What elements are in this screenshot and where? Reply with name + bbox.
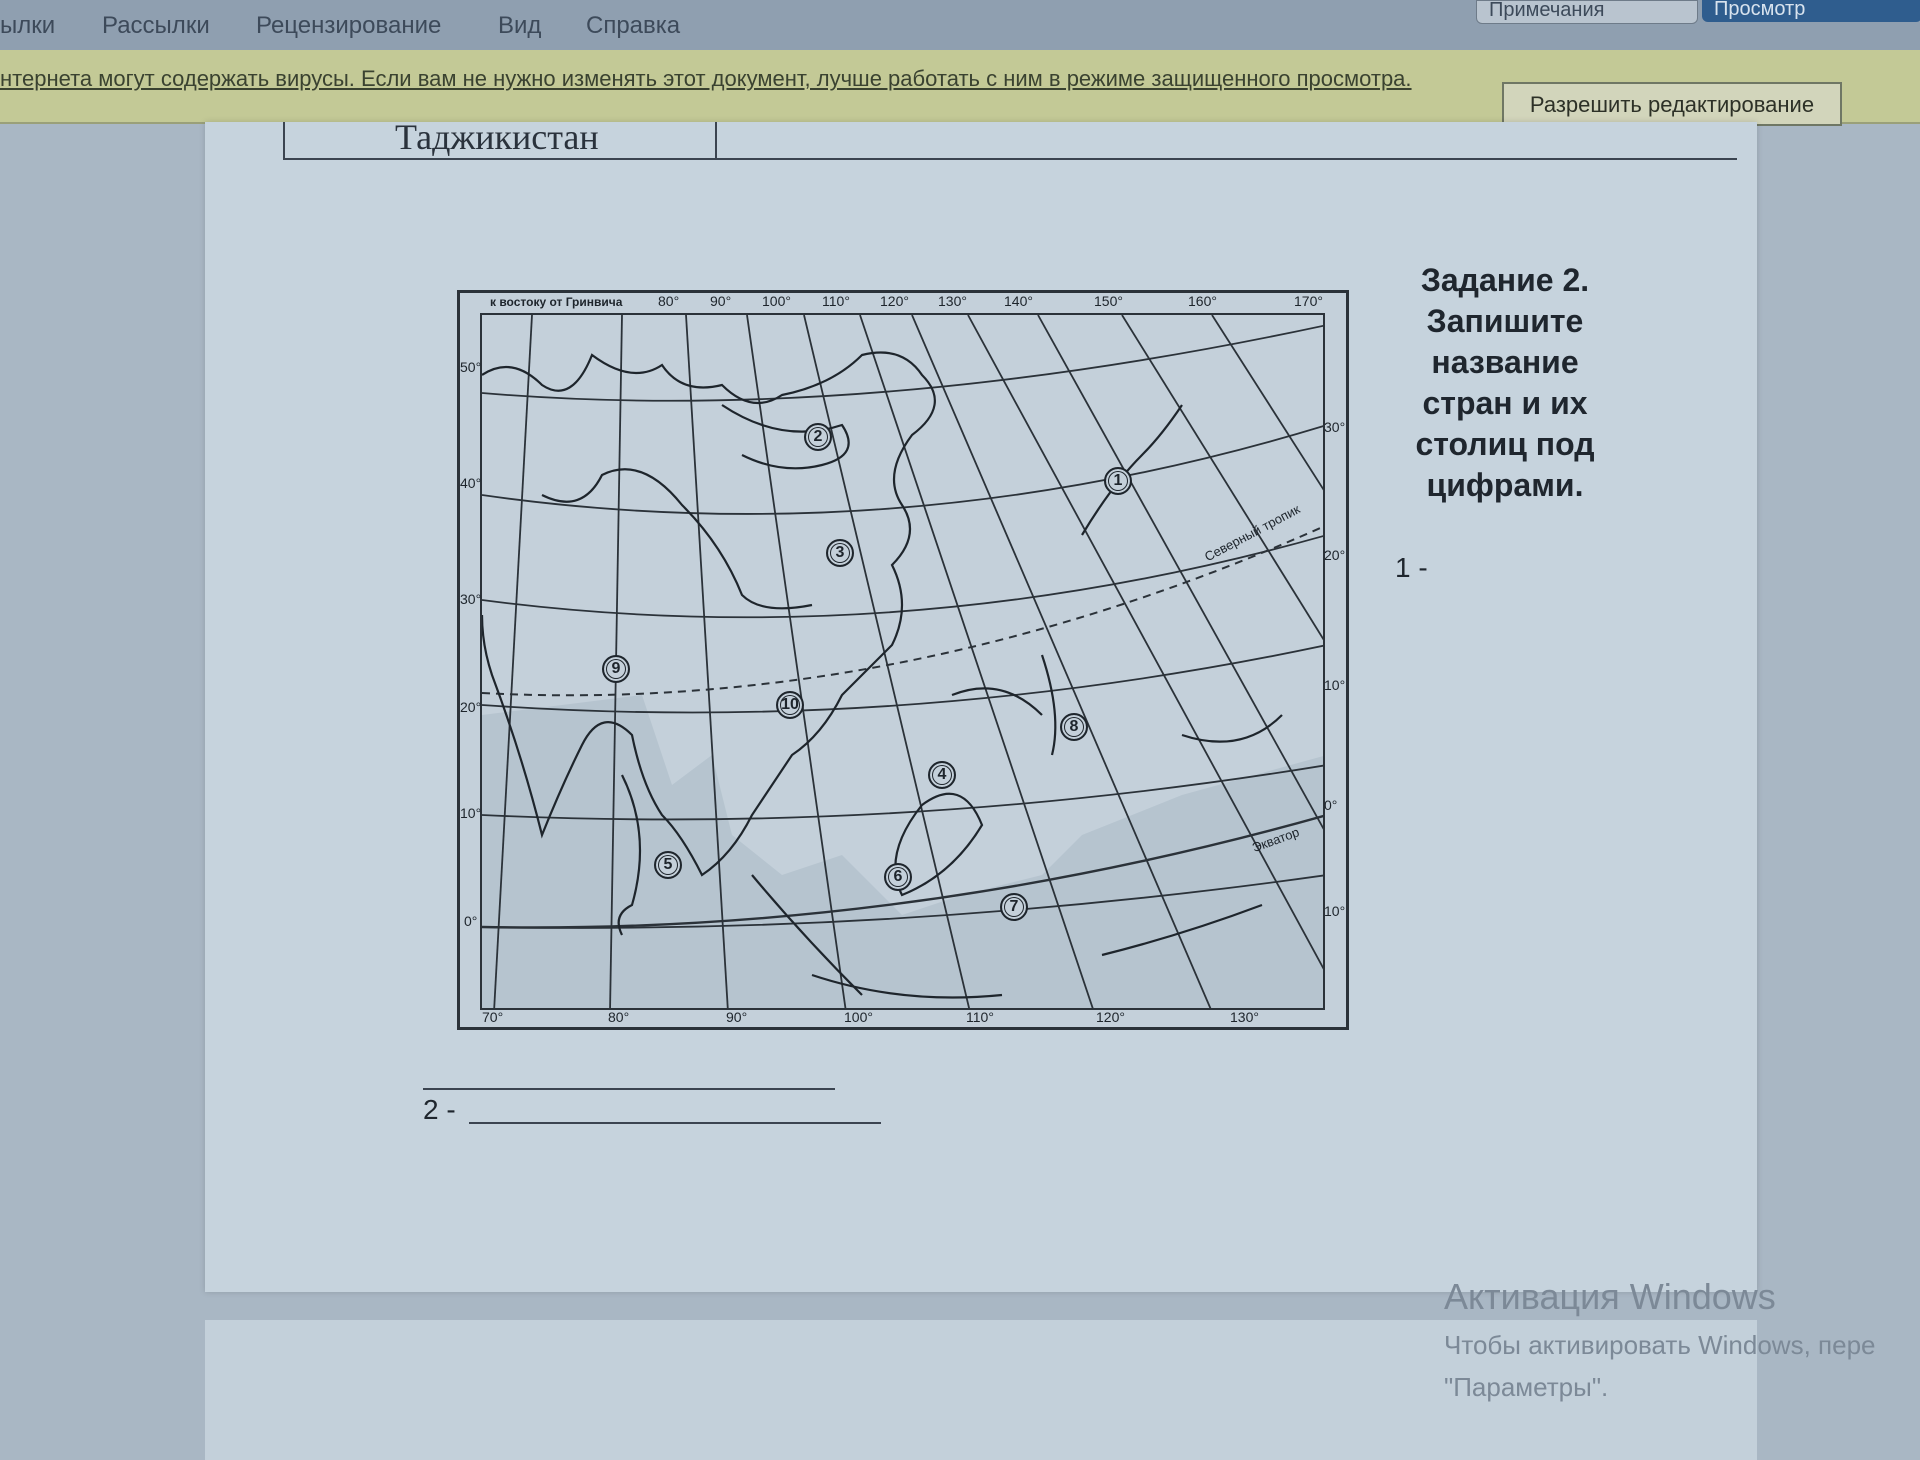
marker-number: 8 <box>1069 718 1079 735</box>
lon-bottom-120: 120° <box>1096 1009 1125 1025</box>
lon-top-100: 100° <box>762 293 791 309</box>
ribbon: ылки Рассылки Рецензирование Вид Справка… <box>0 0 1920 50</box>
lon-top-80: 80° <box>658 293 680 309</box>
map-marker-10[interactable]: 10 <box>776 691 804 719</box>
lon-top-160: 160° <box>1188 293 1217 309</box>
table-divider <box>715 122 717 158</box>
task-title: Задание 2. Запишите название стран и их … <box>1385 260 1625 506</box>
lon-bottom-80: 80° <box>608 1009 630 1025</box>
marker-number: 2 <box>813 428 823 445</box>
marker-number: 1 <box>1113 472 1123 489</box>
task-line: название <box>1431 344 1579 380</box>
lon-bottom-70: 70° <box>482 1009 504 1025</box>
windows-activation-title: Активация Windows <box>1444 1276 1776 1317</box>
answer-2-label: 2 - <box>423 1094 456 1125</box>
ribbon-tab-links[interactable]: ылки <box>0 12 55 40</box>
map-marker-8[interactable]: 8 <box>1060 713 1088 741</box>
answer-1-line[interactable] <box>423 1088 835 1090</box>
lon-bottom-90: 90° <box>726 1009 748 1025</box>
lon-top-140: 140° <box>1004 293 1033 309</box>
share-button[interactable]: Просмотр <box>1702 0 1920 22</box>
map-marker-4[interactable]: 4 <box>928 761 956 789</box>
marker-number: 10 <box>781 696 799 713</box>
marker-number: 7 <box>1009 898 1019 915</box>
lat-right-20: 20° <box>1324 547 1346 563</box>
task-line: Задание 2. <box>1420 262 1590 298</box>
task-line: стран и их <box>1422 385 1588 421</box>
map-marker-2[interactable]: 2 <box>804 423 832 451</box>
windows-activation-line1: Чтобы активировать Windows, пере <box>1444 1330 1876 1360</box>
lat-right-10: 10° <box>1324 677 1346 693</box>
lon-bottom-130: 130° <box>1230 1009 1259 1025</box>
marker-number: 4 <box>937 766 947 783</box>
lat-left-30: 30° <box>460 591 482 607</box>
lat-right-30: 30° <box>1324 419 1346 435</box>
protected-view-message[interactable]: нтернета могут содержать вирусы. Если ва… <box>0 66 1412 92</box>
marker-number: 6 <box>893 868 903 885</box>
map-marker-5[interactable]: 5 <box>654 851 682 879</box>
ribbon-tab-view[interactable]: Вид <box>498 12 541 40</box>
map-marker-1[interactable]: 1 <box>1104 467 1132 495</box>
lat-left-40: 40° <box>460 475 482 491</box>
ribbon-tab-review[interactable]: Рецензирование <box>256 12 441 40</box>
table-cell-country: Таджикистан <box>395 117 599 157</box>
marker-number: 3 <box>835 544 845 561</box>
comments-button[interactable]: Примечания <box>1476 0 1698 24</box>
task-line: цифрами. <box>1426 467 1584 503</box>
map-marker-6[interactable]: 6 <box>884 863 912 891</box>
map-marker-9[interactable]: 9 <box>602 655 630 683</box>
lon-top-170: 170° <box>1294 293 1323 309</box>
lat-left-0: 0° <box>464 913 478 929</box>
enable-editing-button[interactable]: Разрешить редактирование <box>1502 82 1842 126</box>
lon-bottom-110: 110° <box>966 1009 994 1025</box>
table-row: Таджикистан <box>283 117 1737 160</box>
lon-top-90: 90° <box>710 293 732 309</box>
lon-bottom-100: 100° <box>844 1009 873 1025</box>
sea-area <box>482 695 1323 1008</box>
marker-number: 9 <box>611 660 621 677</box>
lon-top-130: 130° <box>938 293 967 309</box>
lat-left-10: 10° <box>460 805 482 821</box>
lat-left-50: 50° <box>460 359 482 375</box>
task-line: столиц под <box>1415 426 1595 462</box>
protected-view-bar: нтернета могут содержать вирусы. Если ва… <box>0 50 1920 126</box>
document-page: Таджикистан к востоку от Гринвича 80° 90… <box>205 117 1757 1292</box>
lon-top-110: 110° <box>822 293 850 309</box>
map-marker-3[interactable]: 3 <box>826 539 854 567</box>
lat-right-0: 0° <box>1324 797 1338 813</box>
answer-2-line[interactable] <box>469 1122 881 1124</box>
lon-top-120: 120° <box>880 293 909 309</box>
lat-left-20: 20° <box>460 699 482 715</box>
map-top-note-label: к востоку от Гринвича <box>490 295 623 309</box>
map-marker-7[interactable]: 7 <box>1000 893 1028 921</box>
windows-activation-line2: "Параметры". <box>1444 1372 1609 1402</box>
ribbon-tab-help[interactable]: Справка <box>586 12 680 40</box>
answer-1-label: 1 - <box>1395 552 1428 583</box>
map-frame: к востоку от Гринвича к востоку от Гринв… <box>457 290 1349 1030</box>
task-line: Запишите <box>1426 303 1584 339</box>
lon-top-150: 150° <box>1094 293 1123 309</box>
marker-number: 5 <box>663 856 673 873</box>
ribbon-tab-mailings[interactable]: Рассылки <box>102 12 210 40</box>
lat-right-10s: 10° <box>1324 903 1346 919</box>
